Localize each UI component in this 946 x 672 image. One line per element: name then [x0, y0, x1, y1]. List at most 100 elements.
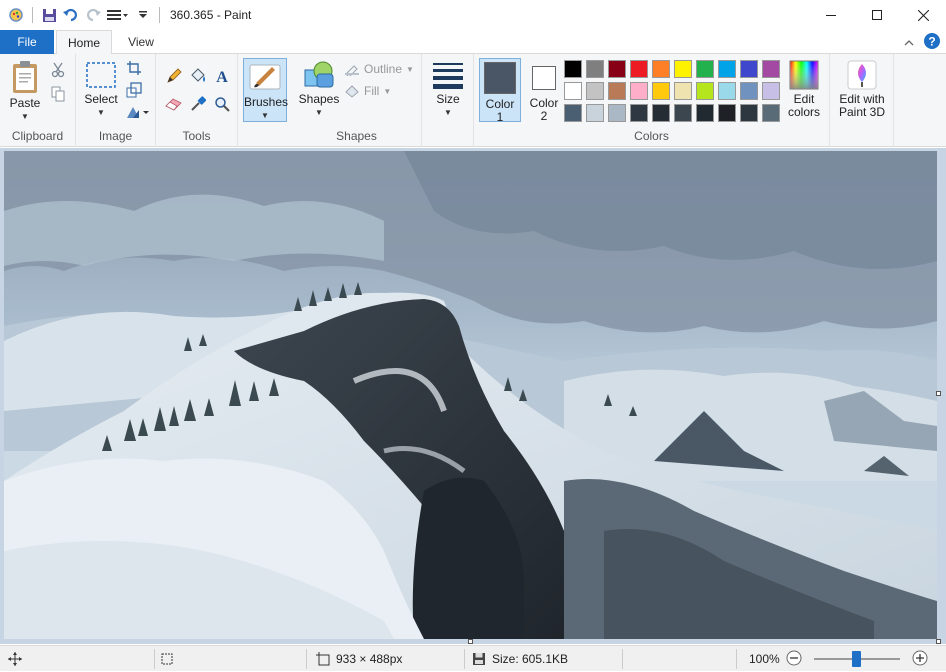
help-icon[interactable]: ?	[924, 33, 940, 52]
resize-handle-right[interactable]	[936, 391, 941, 396]
crop-icon[interactable]	[124, 58, 144, 78]
edit-colors-button[interactable]: Edit colors	[782, 60, 826, 119]
zoom-slider[interactable]	[813, 651, 900, 667]
palette-swatch[interactable]	[762, 82, 780, 100]
color1-button[interactable]: Color 1	[479, 58, 521, 124]
edit-with-paint3d-button[interactable]: Edit with Paint 3D	[832, 60, 892, 119]
palette-swatch[interactable]	[696, 104, 714, 122]
palette-swatch[interactable]	[740, 82, 758, 100]
palette-swatch[interactable]	[674, 60, 692, 78]
resize-handle-bottom[interactable]	[468, 639, 473, 644]
outline-label: Outline	[364, 62, 403, 76]
zoom-in-button[interactable]	[912, 650, 928, 669]
file-size-text: Size: 605.1KB	[492, 652, 569, 666]
copy-icon[interactable]	[48, 84, 68, 104]
brush-icon	[249, 64, 281, 90]
outline-icon	[345, 65, 359, 76]
chevron-down-icon[interactable]	[133, 5, 153, 25]
palette-swatch[interactable]	[630, 60, 648, 78]
color2-swatch	[532, 66, 556, 90]
minimize-button[interactable]	[808, 0, 854, 30]
resize-icon[interactable]	[124, 80, 144, 100]
zoom-slider-thumb[interactable]	[852, 651, 862, 667]
zoom-out-button[interactable]	[786, 650, 802, 669]
palette-swatch[interactable]	[762, 104, 780, 122]
outline-button[interactable]: Outline ▼	[344, 62, 414, 76]
palette-swatch[interactable]	[718, 104, 736, 122]
maximize-button[interactable]	[854, 0, 900, 30]
status-bar: 933 × 488px Size: 605.1KB 100%	[0, 645, 946, 671]
canvas-workspace[interactable]	[0, 148, 946, 644]
shapes-button[interactable]: Shapes ▼	[298, 60, 340, 119]
fill-button[interactable]: Fill ▼	[344, 84, 391, 98]
chevron-down-icon: ▼	[261, 111, 269, 120]
palette-swatch[interactable]	[630, 82, 648, 100]
palette-swatch[interactable]	[740, 60, 758, 78]
shapes-label: Shapes	[298, 92, 340, 106]
chevron-down-icon: ▼	[383, 86, 392, 96]
palette-swatch[interactable]	[696, 82, 714, 100]
customize-toolbar-icon[interactable]	[105, 5, 131, 25]
title-bar: 360.365 - Paint	[0, 0, 946, 30]
cursor-position-icon	[8, 652, 22, 666]
zoom-level: 100%	[749, 652, 780, 666]
svg-text:A: A	[216, 69, 228, 84]
tab-home[interactable]: Home	[56, 30, 112, 55]
close-button[interactable]	[900, 0, 946, 30]
color-picker-icon[interactable]	[188, 94, 208, 114]
fill-icon	[345, 85, 359, 98]
image-dimensions-icon	[316, 652, 330, 666]
palette-swatch[interactable]	[608, 82, 626, 100]
collapse-ribbon-icon[interactable]	[904, 36, 914, 50]
color2-button[interactable]: Color 2	[524, 58, 564, 123]
tab-file[interactable]: File	[0, 30, 54, 54]
palette-swatch[interactable]	[696, 60, 714, 78]
undo-icon[interactable]	[61, 5, 81, 25]
fill-bucket-icon[interactable]	[188, 66, 208, 86]
eraser-icon[interactable]	[164, 94, 184, 114]
text-icon[interactable]: A	[212, 66, 232, 86]
rotate-icon[interactable]	[124, 102, 152, 122]
magnifier-icon[interactable]	[212, 94, 232, 114]
line-size-icon	[433, 63, 463, 89]
brushes-button[interactable]: Brushes ▼	[243, 58, 288, 122]
pencil-icon[interactable]	[164, 66, 184, 86]
divider	[159, 7, 160, 23]
palette-swatch[interactable]	[718, 60, 736, 78]
color-palette	[564, 60, 784, 126]
cut-icon[interactable]	[48, 60, 68, 80]
palette-swatch[interactable]	[564, 60, 582, 78]
select-button[interactable]: Select ▼	[80, 60, 122, 119]
palette-swatch[interactable]	[740, 104, 758, 122]
tools-group-label: Tools	[182, 129, 211, 143]
resize-handle-corner[interactable]	[936, 639, 941, 644]
clipboard-group-label: Clipboard	[11, 129, 64, 143]
brushes-group: Brushes ▼	[238, 54, 292, 147]
paste-button[interactable]: Paste ▼	[4, 60, 46, 123]
palette-swatch[interactable]	[586, 104, 604, 122]
palette-swatch[interactable]	[608, 104, 626, 122]
palette-swatch[interactable]	[586, 82, 604, 100]
palette-swatch[interactable]	[718, 82, 736, 100]
palette-swatch[interactable]	[608, 60, 626, 78]
palette-swatch[interactable]	[630, 104, 648, 122]
palette-swatch[interactable]	[762, 60, 780, 78]
palette-swatch[interactable]	[564, 82, 582, 100]
palette-swatch[interactable]	[586, 60, 604, 78]
redo-icon[interactable]	[83, 5, 103, 25]
save-icon[interactable]	[39, 5, 59, 25]
drawing-canvas[interactable]	[4, 151, 937, 639]
shapes-icon	[304, 61, 334, 88]
palette-swatch[interactable]	[674, 82, 692, 100]
size-button[interactable]: Size ▼	[426, 60, 470, 119]
palette-swatch[interactable]	[652, 104, 670, 122]
chevron-down-icon: ▼	[406, 64, 414, 74]
tab-view[interactable]: View	[116, 30, 166, 54]
shapes-group-label: Shapes	[336, 129, 377, 143]
palette-swatch[interactable]	[674, 104, 692, 122]
paint-app-icon[interactable]	[6, 5, 26, 25]
image-dimensions: 933 × 488px	[316, 646, 402, 672]
palette-swatch[interactable]	[652, 82, 670, 100]
palette-swatch[interactable]	[564, 104, 582, 122]
palette-swatch[interactable]	[652, 60, 670, 78]
